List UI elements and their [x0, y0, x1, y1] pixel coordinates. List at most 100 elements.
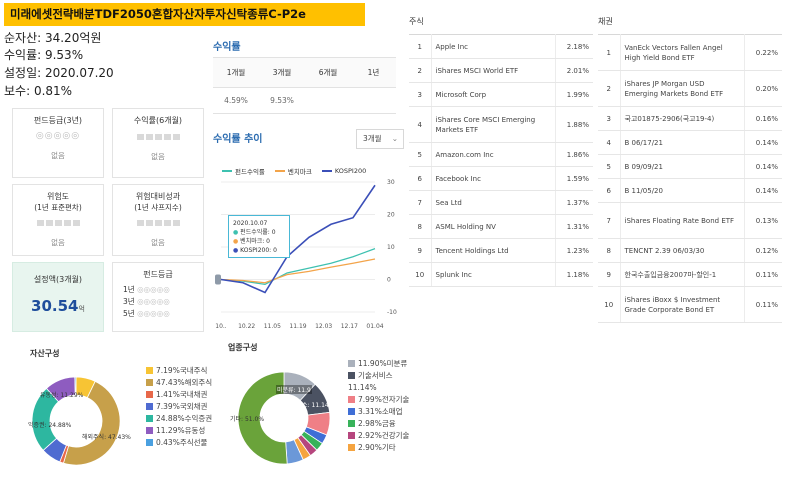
legend-bench: 벤치마크 [274, 166, 312, 176]
sector-legend-item: 2.98%금융 [348, 417, 409, 429]
stock-row: 8 ASML Holding NV 1.31% [409, 214, 593, 239]
bond-weight: 0.20% [743, 70, 782, 107]
stock-row: 6 Facebook Inc 1.59% [409, 166, 593, 191]
stock-row: 2 iShares MSCI World ETF 2.01% [409, 58, 593, 83]
legend-label: 2.92%건강기술 [358, 430, 410, 440]
stock-rank: 6 [409, 166, 431, 191]
bond-rank: 2 [598, 70, 620, 107]
bond-row: 4B 06/17/21 0.14% [598, 130, 782, 155]
asset-slice-label: 익증권: 24.88% [28, 422, 72, 429]
grade-row-label: 5년 [123, 309, 135, 318]
stock-row: 3 Microsoft Corp 1.99% [409, 82, 593, 107]
legend-label: 2.98%금융 [358, 418, 396, 428]
bond-rank: 6 [598, 178, 620, 203]
stock-rank: 9 [409, 238, 431, 263]
bond-weight: 0.11% [743, 286, 782, 323]
legend-swatch [146, 378, 153, 386]
sectors-title: 업종구성 [228, 343, 258, 352]
stock-name: iShares Core MSCI Emerging Markets ETF [430, 106, 555, 143]
legend-label: 11.29%유동성 [156, 425, 206, 435]
bond-rank: 1 [598, 34, 620, 71]
card-title: 설정액(3개월) [33, 275, 83, 284]
fund-title: 미래에셋전략배분TDF2050혼합자산자투자신탁종류C-P2e [4, 3, 365, 26]
stocks-title: 주식 [409, 17, 424, 26]
stock-name: Facebook Inc [430, 166, 555, 191]
legend-swatch [348, 419, 355, 427]
sector-legend-item: 11.90%미분류 [348, 357, 409, 369]
y-tick-label: 20 [387, 212, 395, 219]
sector-slice-label: 기타: 51.0% [230, 416, 265, 423]
placeholder-bars [113, 134, 203, 140]
returns-header: 6개월 [318, 68, 338, 77]
sector-legend-item: 7.99%전자기술 [348, 393, 409, 405]
bond-name: B 09/09/21 [619, 154, 744, 179]
bond-name: iShares JP Morgan USD Emerging Markets B… [619, 70, 744, 107]
returns-header: 3개월 [272, 68, 292, 77]
sector-legend-item: 2.90%기타 [348, 441, 409, 453]
stock-row: 7 Sea Ltd 1.37% [409, 190, 593, 215]
x-tick-label: 12.03 [315, 323, 332, 330]
y-tick-label: 10 [387, 244, 395, 251]
stock-weight: 1.37% [554, 190, 593, 215]
sector-legend-item: 2.92%건강기술 [348, 429, 409, 441]
stock-row: 9 Tencent Holdings Ltd 1.23% [409, 238, 593, 263]
tooltip-date: 2020.10.07 [233, 220, 268, 227]
grade-row: 5년 ◎◎◎◎◎ [123, 308, 203, 320]
tooltip-line: ● KOSPI200: 0 [233, 247, 277, 254]
card-risk: 위험도 (1년 표준편차) 없음 [12, 184, 104, 256]
legend-label: 기술서비스 [358, 370, 393, 380]
bond-weight: 0.14% [743, 154, 782, 179]
bond-rank: 9 [598, 262, 620, 287]
legend-fund: 펀드수익률 [222, 166, 265, 176]
card-title: 위험도 [46, 192, 70, 201]
bond-name: TENCNT 2.39 06/03/30 [619, 238, 744, 263]
bond-name: 국고01875-2906(국고19-4) [619, 106, 744, 131]
bond-name: iShares iBoxx $ Investment Grade Corpora… [619, 286, 744, 323]
card-grade-3y: 펀드등급(3년) ◎◎◎◎◎ 없음 [12, 108, 104, 178]
bond-name: B 06/17/21 [619, 130, 744, 155]
x-tick-label: 10.. [215, 323, 227, 330]
bond-rank: 8 [598, 238, 620, 263]
tooltip-line: ● 벤치마크: 0 [233, 238, 270, 245]
bond-name: B 11/05/20 [619, 178, 744, 203]
bond-weight: 0.16% [743, 106, 782, 131]
bond-weight: 0.22% [743, 34, 782, 71]
bond-weight: 0.12% [743, 238, 782, 263]
legend-label: 11.90%미분류 [358, 358, 408, 368]
stock-rank: 5 [409, 142, 431, 167]
stock-rank: 4 [409, 106, 431, 143]
stock-row: 4 iShares Core MSCI Emerging Markets ETF 1… [409, 106, 593, 143]
returns-header: 1년 [367, 68, 380, 77]
grade-row-label: 3년 [123, 297, 135, 306]
bond-weight: 0.14% [743, 178, 782, 203]
tooltip-line: ● 펀드수익률: 0 [233, 229, 276, 236]
returns-header: 1개월 [226, 68, 246, 77]
legend-swatch [348, 395, 355, 403]
card-title: 펀드등급(3년) [33, 116, 83, 125]
bond-row: 3 국고01875-2906(국고19-4) 0.16% [598, 106, 782, 131]
bonds-table: 1 VanEck Vectors Fallen Angel High Yield … [598, 34, 782, 323]
asset-legend-item: 11.29%유동성 [146, 424, 212, 436]
sector-legend-item: 기술서비스 [348, 369, 409, 381]
card-return-6m: 수익률(6개월) 없음 [112, 108, 204, 178]
legend-swatch [146, 390, 153, 398]
grade-row-label: 1년 [123, 285, 135, 294]
bond-rank: 4 [598, 130, 620, 155]
stock-name: ASML Holding NV [430, 214, 555, 239]
period-select[interactable]: 3개월 ⌄ [356, 129, 404, 149]
card-subtitle: (1년 표준편차) [34, 203, 82, 212]
stock-rank: 3 [409, 82, 431, 107]
legend-swatch [146, 366, 153, 374]
legend-label: 47.43%해외주식 [156, 377, 213, 387]
period-select-value: 3개월 [363, 134, 382, 143]
legend-swatch [348, 359, 355, 367]
stock-rank: 10 [409, 262, 431, 287]
stock-name: Tencent Holdings Ltd [430, 238, 555, 263]
legend-kospi: KOSPI200 [321, 166, 366, 176]
bond-name: 한국수출입금융2007마-할인-1 [619, 262, 744, 287]
legend-swatch [348, 371, 355, 379]
legend-label: 24.88%수익증권 [156, 413, 213, 423]
legend-fund-label: 펀드수익률 [235, 168, 265, 176]
card-value: 없음 [51, 151, 65, 160]
info-fee: 보수: 0.81% [4, 84, 73, 98]
